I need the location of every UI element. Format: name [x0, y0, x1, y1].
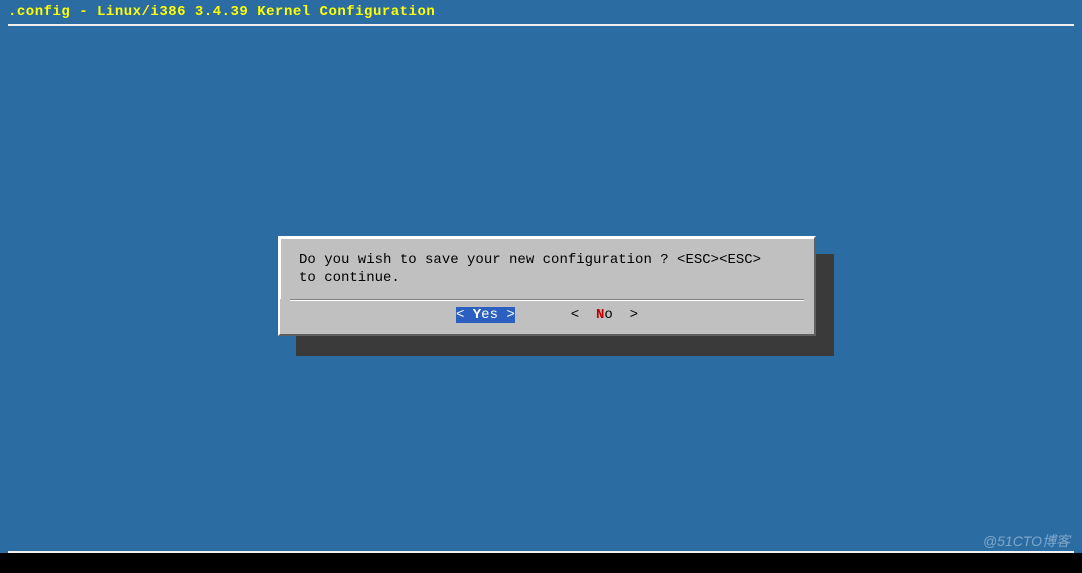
dialog-message: Do you wish to save your new configurati…: [280, 238, 814, 299]
bottom-bar: [0, 551, 1082, 573]
no-button[interactable]: < No >: [571, 307, 638, 323]
dialog-message-line2: to continue.: [299, 269, 796, 287]
watermark: @51CTO博客: [983, 531, 1070, 551]
yes-button[interactable]: < Yes >: [456, 307, 515, 323]
black-strip: [0, 553, 1082, 573]
app-title: .config - Linux/i386 3.4.39 Kernel Confi…: [8, 4, 435, 20]
dialog-button-row: < Yes > < No >: [280, 301, 814, 331]
confirm-dialog: Do you wish to save your new configurati…: [278, 236, 816, 336]
title-bar: .config - Linux/i386 3.4.39 Kernel Confi…: [0, 0, 1082, 24]
dialog-message-line1: Do you wish to save your new configurati…: [299, 251, 796, 269]
top-divider: [8, 24, 1074, 26]
